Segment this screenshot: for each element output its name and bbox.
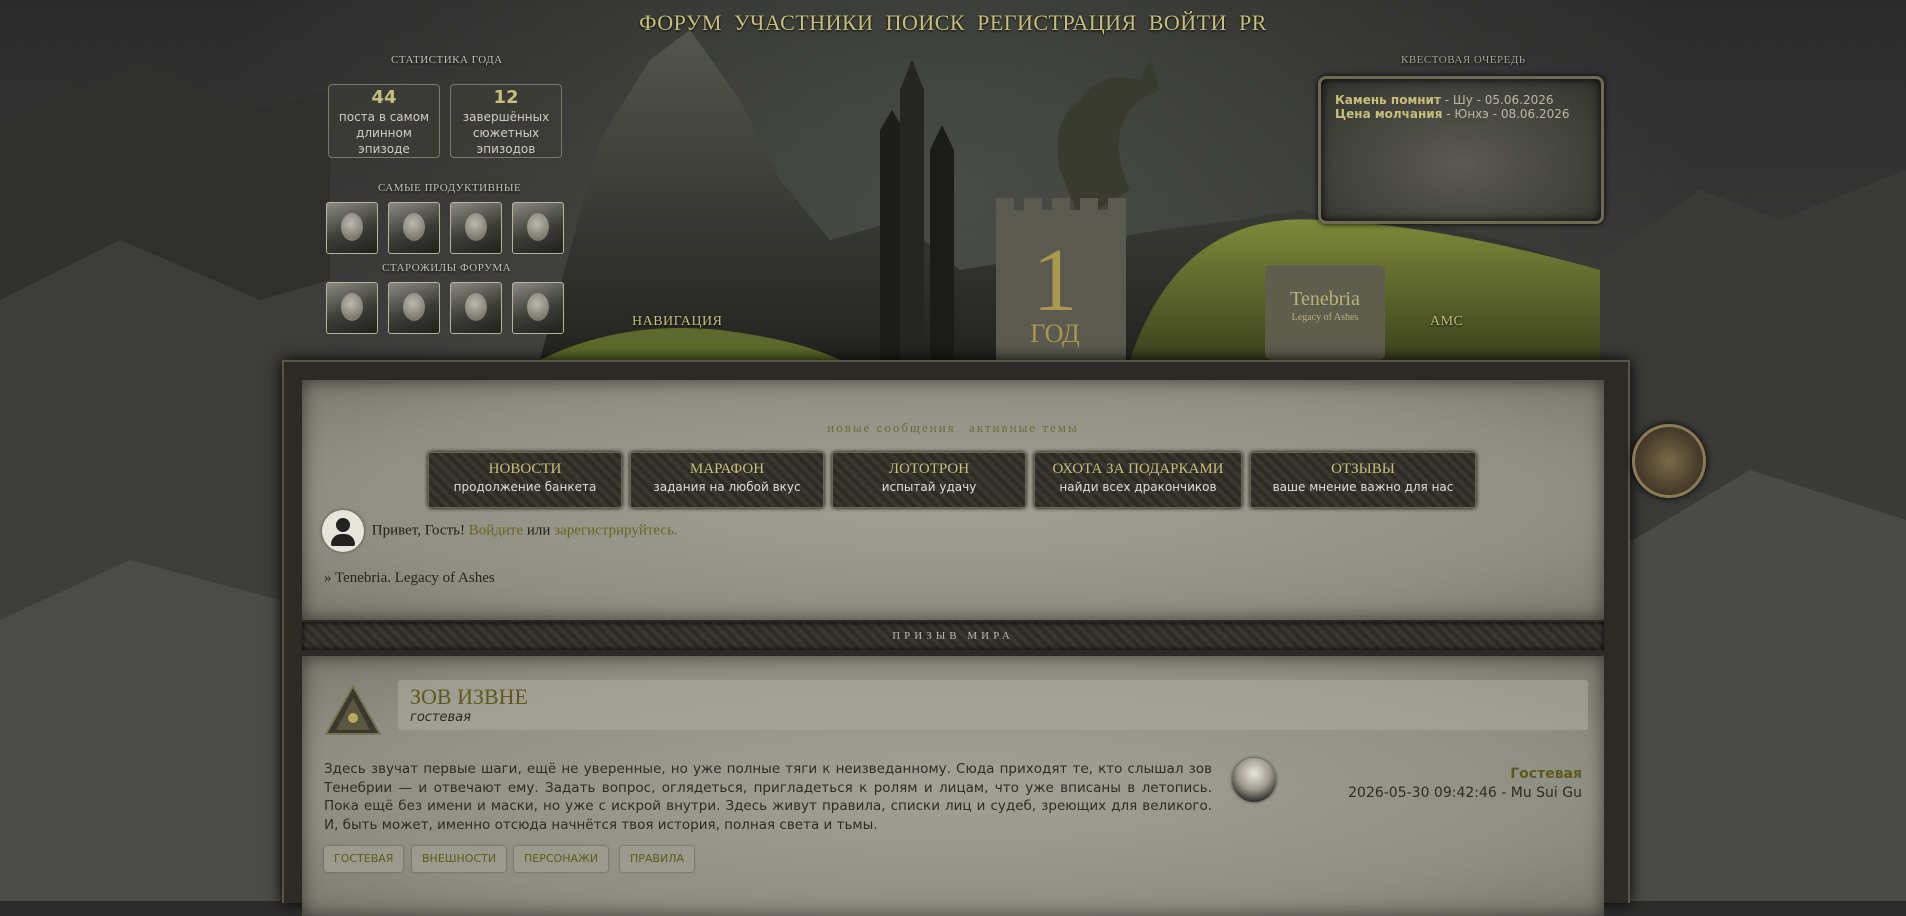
last-post-topic[interactable]: Гостевая	[1510, 766, 1582, 782]
subforum-tag[interactable]: ПЕРСОНАЖИ	[514, 846, 609, 872]
greeting-text: Привет, Гость!	[371, 522, 465, 539]
quick-links: новые сообщения активные темы	[302, 420, 1604, 436]
anniversary-word: ГОД	[1030, 319, 1080, 348]
quest-item[interactable]: Цена молчания - Юнхэ - 08.06.2026	[1335, 107, 1589, 121]
or-text: или	[526, 522, 551, 539]
quest-queue-panel: Камень помнит - Шу - 05.06.2026 Цена мол…	[1318, 76, 1604, 224]
register-link[interactable]: зарегистрируйтесь.	[554, 522, 678, 538]
forum-category-panel: ЗОВ ИЗВНЕ гостевая Здесь звучат первые ш…	[302, 656, 1604, 916]
forum-board: новые сообщения активные темы НОВОСТИ про…	[282, 360, 1630, 916]
last-poster-avatar[interactable]	[1232, 758, 1276, 802]
compass-scroll-button[interactable]	[1632, 424, 1706, 498]
active-topics-link[interactable]: активные темы	[969, 420, 1079, 435]
subforum-tag[interactable]: ГОСТЕВАЯ	[324, 846, 404, 872]
stat-number: 12	[493, 87, 519, 108]
logo-subtitle: Legacy of Ashes	[1292, 312, 1359, 323]
anniversary-number: 1	[1033, 231, 1078, 330]
stat-longest-episode: 44 поста в самом длинном эпизоде	[328, 84, 440, 158]
productive-avatar-3[interactable]	[450, 202, 502, 254]
logo-title: Tenebria	[1290, 288, 1360, 310]
stat-finished-episodes: 12 завершённых сюжетных эпизодов	[450, 84, 562, 158]
forum-header: ЗОВ ИЗВНЕ гостевая	[398, 680, 1588, 730]
forum-title[interactable]: ЗОВ ИЗВНЕ	[410, 684, 528, 710]
quest-item[interactable]: Камень помнит - Шу - 05.06.2026	[1335, 93, 1589, 107]
ams-link[interactable]: АМС	[1430, 314, 1463, 330]
welcome-panel: новые сообщения активные темы НОВОСТИ про…	[302, 380, 1604, 620]
new-posts-link[interactable]: новые сообщения	[827, 420, 955, 435]
navigation-link[interactable]: НАВИГАЦИЯ	[632, 314, 722, 330]
login-link[interactable]: Войдите	[469, 522, 523, 538]
productive-avatar-1[interactable]	[326, 202, 378, 254]
oldtimer-avatar-2[interactable]	[388, 282, 440, 334]
stat-label: завершённых сюжетных эпизодов	[462, 110, 550, 156]
oldtimer-avatar-3[interactable]	[450, 282, 502, 334]
stat-label: поста в самом длинном эпизоде	[338, 110, 430, 156]
oldtimer-avatar-4[interactable]	[512, 282, 564, 334]
feature-reviews-button[interactable]: ОТЗЫВЫ ваше мнение важно для нас	[1250, 452, 1476, 508]
oldtimers-title: СТАРОЖИЛЫ ФОРУМА	[382, 262, 512, 274]
productive-title: САМЫЕ ПРОДУКТИВНЫЕ	[378, 182, 522, 194]
last-post-meta: 2026-05-30 09:42:46 - Mu Sui Gu	[1348, 785, 1582, 801]
subforum-tag[interactable]: ВНЕШНОСТИ	[412, 846, 507, 872]
stat-number: 44	[371, 87, 397, 108]
feature-gift-hunt-button[interactable]: ОХОТА ЗА ПОДАРКАМИ найди всех дракончиков	[1034, 452, 1242, 508]
quest-title: КВЕСТОВАЯ ОЧЕРЕДЬ	[1401, 54, 1526, 66]
forum-description: Здесь звучат первые шаги, ещё не уверенн…	[324, 761, 1212, 833]
oldtimer-avatar-1[interactable]	[326, 282, 378, 334]
productive-avatar-4[interactable]	[512, 202, 564, 254]
forum-triangle-icon	[324, 684, 382, 735]
section-header: ПРИЗЫВ МИРА	[302, 622, 1604, 650]
welcome-line: Привет, Гость! Войдите или зарегистрируй…	[322, 510, 678, 552]
logo-stone: Tenebria Legacy of Ashes	[1265, 265, 1385, 360]
feature-marathon-button[interactable]: МАРАФОН задания на любой вкус	[630, 452, 824, 508]
feature-news-button[interactable]: НОВОСТИ продолжение банкета	[428, 452, 622, 508]
subforum-tag[interactable]: ПРАВИЛА	[620, 846, 695, 872]
forum-subtitle: гостевая	[410, 710, 471, 725]
guest-avatar-icon	[322, 510, 364, 552]
feature-lottery-button[interactable]: ЛОТОТРОН испытай удачу	[832, 452, 1026, 508]
stats-title: СТАТИСТИКА ГОДА	[391, 54, 503, 66]
breadcrumb[interactable]: » Tenebria. Legacy of Ashes	[324, 570, 495, 587]
productive-avatar-2[interactable]	[388, 202, 440, 254]
